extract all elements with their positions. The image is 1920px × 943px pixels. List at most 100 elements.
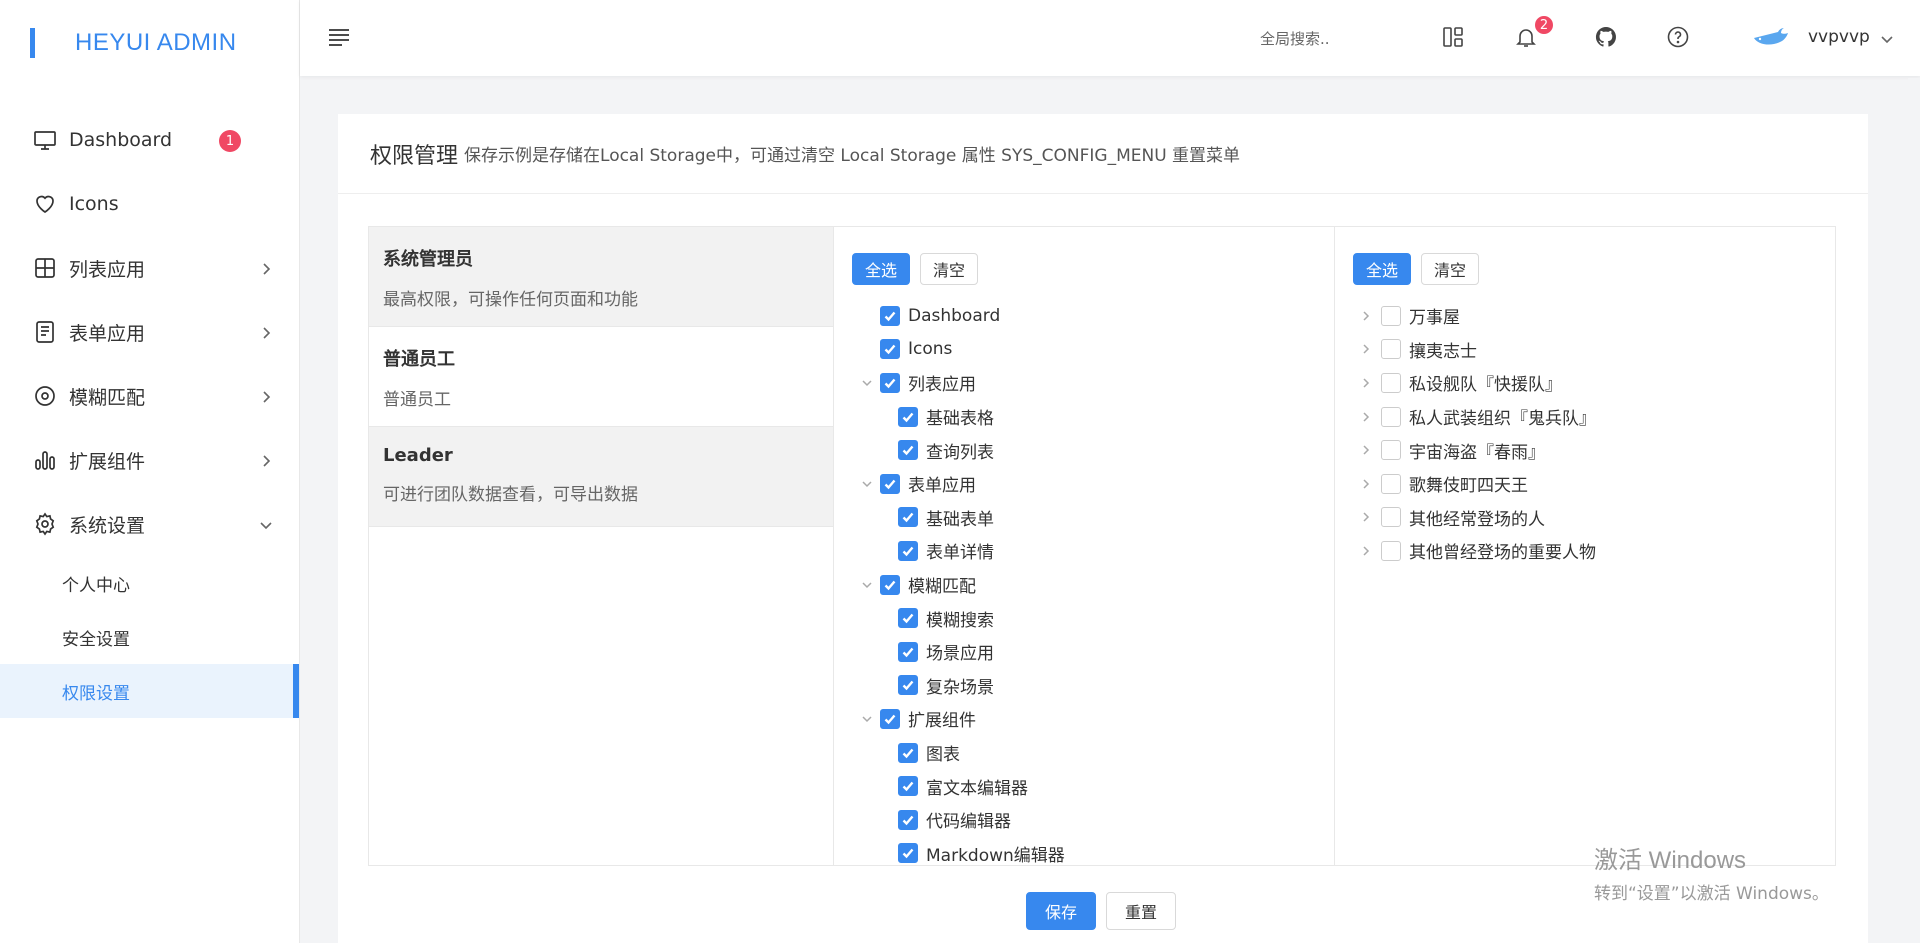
menu-toggle-icon[interactable]: [328, 28, 350, 46]
tree-node[interactable]: 代码编辑器: [834, 803, 1334, 837]
layout-icon[interactable]: [1440, 24, 1466, 50]
sidebar-item-icons[interactable]: Icons: [0, 172, 299, 236]
tree-checkbox[interactable]: [898, 507, 918, 528]
page-scrollbar[interactable]: [1908, 78, 1920, 943]
tree-checkbox[interactable]: [1381, 473, 1401, 494]
tree-node[interactable]: 基础表单: [834, 501, 1334, 535]
chevron-down-icon[interactable]: [860, 712, 874, 726]
role-item-admin[interactable]: 系统管理员 最高权限，可操作任何页面和功能: [369, 227, 833, 327]
global-search-input[interactable]: 全局搜索..: [1260, 28, 1330, 49]
tree-checkbox[interactable]: [898, 440, 918, 461]
tree-node[interactable]: Icons: [834, 333, 1334, 367]
chevron-down-icon[interactable]: [860, 578, 874, 592]
select-all-button[interactable]: 全选: [1353, 253, 1412, 285]
tree-checkbox[interactable]: [898, 843, 918, 864]
tree-node[interactable]: 模糊匹配: [834, 568, 1334, 602]
clear-button[interactable]: 清空: [920, 253, 979, 285]
tree-checkbox[interactable]: [880, 305, 900, 326]
chevron-down-icon[interactable]: [860, 376, 874, 390]
sidebar-item-list-apps[interactable]: 列表应用: [0, 236, 299, 300]
page-description: 保存示例是存储在Local Storage中，可通过清空 Local Stora…: [464, 146, 1241, 166]
tree-node-label: 模糊匹配: [908, 577, 976, 598]
chevron-right-icon: [258, 452, 274, 468]
tree-node[interactable]: 私人武装组织『鬼兵队』: [1335, 400, 1835, 434]
tree-node[interactable]: 表单应用: [834, 467, 1334, 501]
avatar[interactable]: [1750, 24, 1790, 50]
role-list: 系统管理员 最高权限，可操作任何页面和功能 普通员工 普通员工 Leader 可…: [368, 226, 834, 866]
tree-checkbox[interactable]: [898, 641, 918, 662]
tree-checkbox[interactable]: [1381, 372, 1401, 393]
chevron-right-icon[interactable]: [1359, 309, 1373, 323]
github-icon[interactable]: [1593, 24, 1619, 50]
tree-checkbox[interactable]: [1381, 339, 1401, 360]
tree-node[interactable]: 列表应用: [834, 366, 1334, 400]
sidebar-subitem-permissions[interactable]: 权限设置: [0, 664, 299, 718]
role-item-leader[interactable]: Leader 可进行团队数据查看，可导出数据: [369, 427, 833, 527]
tree-node[interactable]: 场景应用: [834, 635, 1334, 669]
tree-node[interactable]: 宇宙海盗『春雨』: [1335, 433, 1835, 467]
chevron-right-icon[interactable]: [1359, 544, 1373, 558]
sidebar-item-fuzzy-match[interactable]: 模糊匹配: [0, 364, 299, 428]
chevron-right-icon[interactable]: [1359, 376, 1373, 390]
chevron-right-icon[interactable]: [1359, 443, 1373, 457]
tree-node[interactable]: 攘夷志士: [1335, 333, 1835, 367]
sidebar-item-system-settings[interactable]: 系统设置: [0, 492, 299, 556]
tree-node[interactable]: 万事屋: [1335, 299, 1835, 333]
tree-node[interactable]: 其他曾经登场的重要人物: [1335, 534, 1835, 568]
tree-checkbox[interactable]: [1381, 440, 1401, 461]
chevron-right-icon[interactable]: [1359, 477, 1373, 491]
tree-checkbox[interactable]: [1381, 507, 1401, 528]
sidebar-item-form-apps[interactable]: 表单应用: [0, 300, 299, 364]
tree-node[interactable]: 其他经常登场的人: [1335, 501, 1835, 535]
reset-button[interactable]: 重置: [1106, 892, 1177, 930]
tree-checkbox[interactable]: [898, 608, 918, 629]
bar-chart-icon: [32, 447, 58, 473]
help-icon[interactable]: [1665, 24, 1691, 50]
sidebar-item-dashboard[interactable]: Dashboard 1: [0, 108, 299, 172]
tree-node[interactable]: 私设舰队『快援队』: [1335, 366, 1835, 400]
tree-node[interactable]: 富文本编辑器: [834, 769, 1334, 803]
tree-checkbox[interactable]: [898, 406, 918, 427]
role-item-staff[interactable]: 普通员工 普通员工: [369, 327, 833, 427]
tree-node[interactable]: Markdown编辑器: [834, 837, 1334, 865]
tree-checkbox[interactable]: [898, 540, 918, 561]
save-button[interactable]: 保存: [1026, 892, 1097, 930]
tree-checkbox[interactable]: [898, 675, 918, 696]
chevron-right-icon[interactable]: [1359, 342, 1373, 356]
tree-node[interactable]: 基础表格: [834, 400, 1334, 434]
tree-node[interactable]: 歌舞伎町四天王: [1335, 467, 1835, 501]
tree-checkbox[interactable]: [1381, 540, 1401, 561]
menu-tree-list: Dashboard Icons 列表应用 基础表格 查询列表 表单应用 基础表单 表单详情模糊…: [834, 299, 1334, 865]
sidebar-item-extensions[interactable]: 扩展组件: [0, 428, 299, 492]
tree-node[interactable]: 表单详情: [834, 534, 1334, 568]
tree-node[interactable]: Dashboard: [834, 299, 1334, 333]
chevron-right-icon[interactable]: [1359, 410, 1373, 424]
tree-node[interactable]: 复杂场景: [834, 669, 1334, 703]
tree-node[interactable]: 模糊搜索: [834, 601, 1334, 635]
tree-checkbox[interactable]: [880, 339, 900, 360]
tree-checkbox[interactable]: [880, 473, 900, 494]
chevron-down-icon[interactable]: [1880, 31, 1894, 45]
tree-node[interactable]: 图表: [834, 736, 1334, 770]
tree-checkbox[interactable]: [880, 372, 900, 393]
logo[interactable]: HEYUI ADMIN: [0, 0, 299, 86]
tree-checkbox[interactable]: [1381, 406, 1401, 427]
org-permission-tree: 全选 清空 万事屋 攘夷志士私设舰队『快援队』私人武装组织『鬼兵队』 宇宙海盗『春雨…: [1335, 226, 1836, 866]
tree-checkbox[interactable]: [880, 574, 900, 595]
tree-node[interactable]: 扩展组件: [834, 702, 1334, 736]
chevron-down-icon[interactable]: [860, 477, 874, 491]
tree-checkbox[interactable]: [898, 809, 918, 830]
clear-button[interactable]: 清空: [1421, 253, 1480, 285]
sidebar-subitem-security[interactable]: 安全设置: [0, 610, 299, 664]
tree-checkbox[interactable]: [898, 742, 918, 763]
role-desc: 普通员工: [383, 390, 451, 410]
username[interactable]: vvpvvp: [1808, 27, 1870, 47]
tree-checkbox[interactable]: [1381, 305, 1401, 326]
tree-checkbox[interactable]: [880, 708, 900, 729]
select-all-button[interactable]: 全选: [852, 253, 911, 285]
chevron-right-icon[interactable]: [1359, 510, 1373, 524]
tree-node-label: 私设舰队『快援队』: [1409, 375, 1562, 396]
sidebar-subitem-profile[interactable]: 个人中心: [0, 556, 299, 610]
tree-node[interactable]: 查询列表: [834, 433, 1334, 467]
tree-checkbox[interactable]: [898, 776, 918, 797]
